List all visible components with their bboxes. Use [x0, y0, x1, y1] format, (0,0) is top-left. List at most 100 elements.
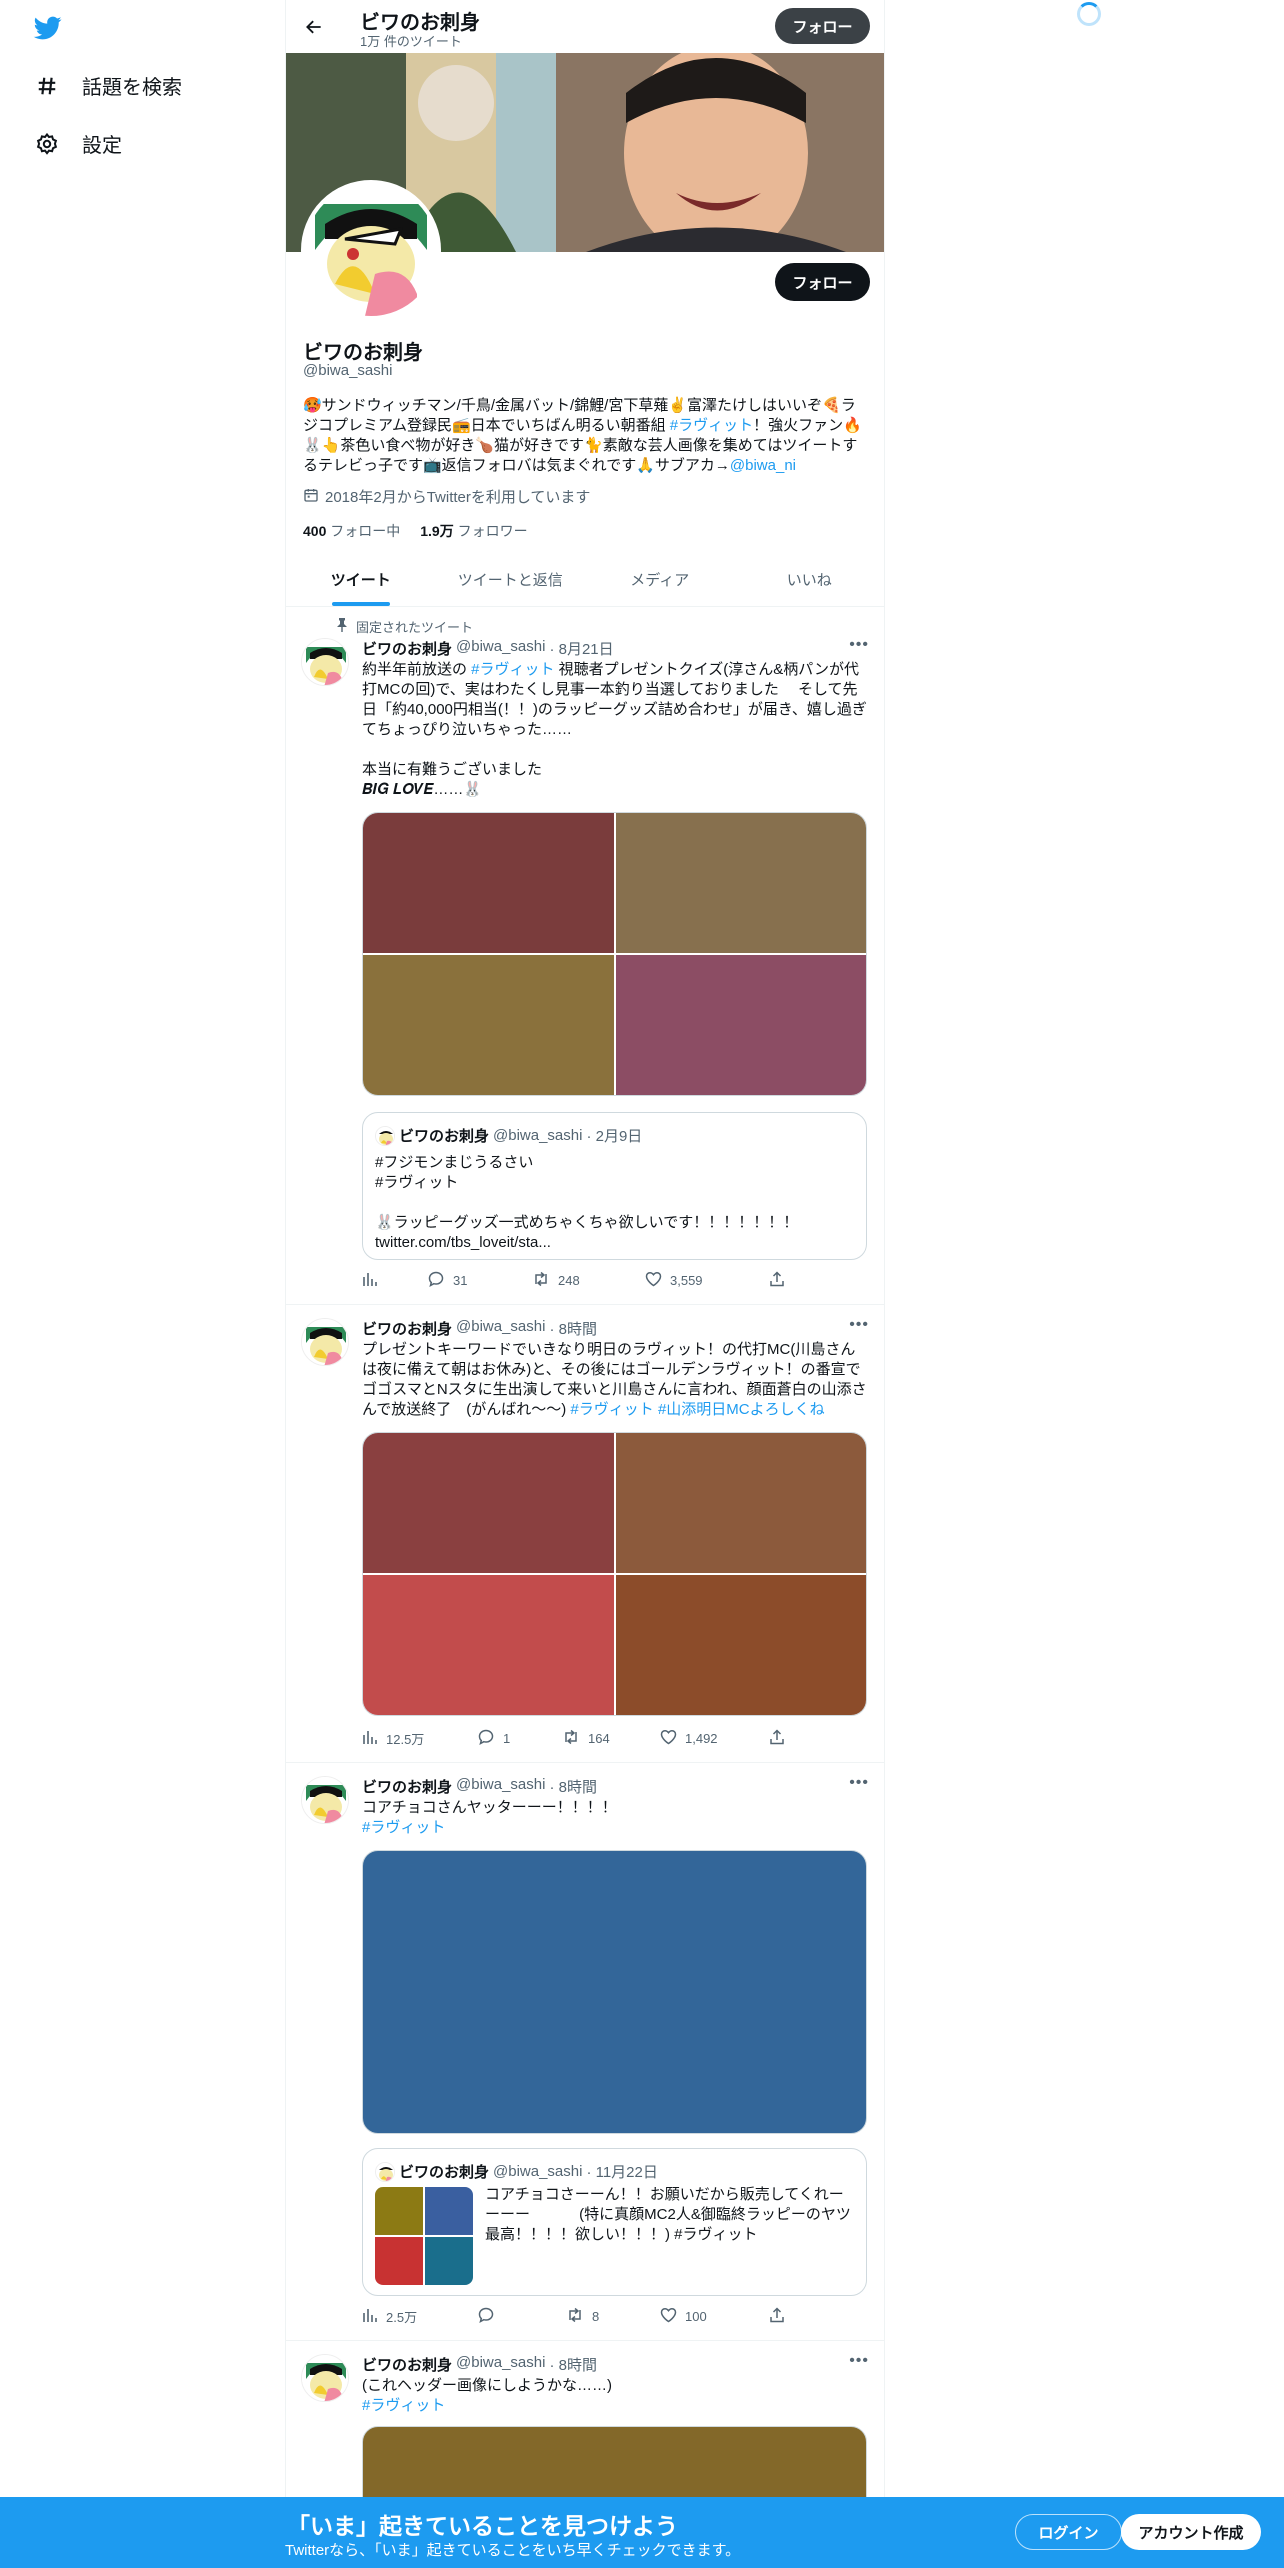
quote-author-name: ビワのお刺身	[399, 2164, 490, 2181]
profile-avatar[interactable]	[301, 180, 441, 320]
tab-tweets[interactable]: ツイート	[286, 553, 436, 606]
bio-hashtag-link[interactable]: #ラヴィット	[670, 417, 753, 434]
reply-button[interactable]: 1	[478, 1729, 510, 1748]
tweet-avatar[interactable]	[301, 2354, 349, 2402]
tweet-author-name[interactable]: ビワのお刺身	[362, 1776, 452, 1797]
tweet-time[interactable]: · 8時間	[549, 1318, 597, 1339]
tweet-text-c: 𝑩𝑰𝑮 𝑳𝑶𝑽𝑬……🐰	[362, 781, 483, 798]
signup-button[interactable]: アカウント作成	[1121, 2514, 1261, 2550]
share-button[interactable]	[769, 1729, 785, 1748]
like-count: 1,492	[685, 1731, 718, 1746]
profile-name: ビワのお刺身	[303, 342, 423, 364]
tweet-author-handle[interactable]: @biwa_sashi	[456, 1318, 545, 1339]
reply-button[interactable]	[478, 2307, 503, 2326]
tweet-text-b: 視聴者プレゼントクイズ(淳さん&柄パンが代打MCの回)で、実はわたくし見事一本釣…	[362, 661, 867, 778]
tweet-time[interactable]: · 8月21日	[549, 638, 613, 659]
tweet-author-name[interactable]: ビワのお刺身	[362, 638, 452, 659]
tweet-hashtag[interactable]: #ラヴィット	[362, 1819, 445, 1836]
retweet-icon	[562, 1729, 580, 1748]
views-stat[interactable]: 12.5万	[362, 1729, 424, 1748]
more-options-icon[interactable]: •••	[849, 1316, 869, 1334]
share-button[interactable]	[769, 2307, 785, 2326]
media-image-1[interactable]	[363, 1433, 614, 1573]
twitter-bird-icon[interactable]	[32, 14, 64, 42]
profile-tabs: ツイート ツイートと返信 メディア いいね	[286, 553, 884, 607]
tweet-time[interactable]: · 8時間	[549, 2354, 597, 2375]
share-icon	[769, 1729, 785, 1748]
media-image-4[interactable]	[615, 1575, 866, 1715]
retweet-button[interactable]: 248	[532, 1271, 580, 1290]
tweet-media-image[interactable]	[362, 1850, 867, 2134]
quote-time: · 11月22日	[586, 2164, 658, 2181]
views-count: 2.5万	[386, 2310, 418, 2325]
heart-icon	[645, 1271, 662, 1290]
quote-author-handle: @biwa_sashi	[493, 2163, 583, 2180]
retweet-button[interactable]: 8	[566, 2307, 599, 2326]
tweet-3[interactable]: ビワのお刺身 @biwa_sashi · 8時間 ••• コアチョコさんヤッターーー…	[286, 1764, 884, 2341]
more-options-icon[interactable]: •••	[849, 636, 869, 654]
quoted-tweet[interactable]: ビワのお刺身 @biwa_sashi · 11月22日 コアチョコさーーん！！お願い…	[362, 2148, 867, 2296]
tweet-author-name[interactable]: ビワのお刺身	[362, 2354, 452, 2375]
quote-time: · 2月9日	[586, 1128, 643, 1145]
like-count: 3,559	[670, 1273, 703, 1288]
nav-settings[interactable]: 設定	[34, 129, 122, 158]
tweet-text-a: コアチョコさんヤッターーー！！！！	[362, 1799, 617, 1816]
share-button[interactable]	[769, 1271, 785, 1290]
nav-explore-label: 話題を検索	[82, 77, 182, 99]
more-options-icon[interactable]: •••	[849, 2352, 869, 2370]
quote-image-2	[425, 2187, 473, 2235]
loading-spinner	[1077, 2, 1101, 26]
like-button[interactable]: 1,492	[660, 1729, 718, 1748]
login-button[interactable]: ログイン	[1015, 2514, 1122, 2550]
nav-explore[interactable]: 話題を検索	[34, 71, 182, 100]
media-image-4[interactable]	[615, 955, 866, 1095]
quote-media-grid	[375, 2187, 473, 2285]
media-image-3[interactable]	[363, 1575, 614, 1715]
tweet-author-handle[interactable]: @biwa_sashi	[456, 1776, 545, 1797]
like-button[interactable]: 3,559	[645, 1271, 703, 1290]
tab-media[interactable]: メディア	[585, 553, 735, 606]
follow-button[interactable]: フォロー	[775, 263, 870, 301]
tweet-media-grid[interactable]	[362, 1432, 867, 1716]
tweet-avatar-graphic	[302, 639, 348, 685]
quote-author-handle: @biwa_sashi	[493, 1127, 583, 1144]
tweet-2[interactable]: ビワのお刺身 @biwa_sashi · 8時間 ••• プレゼントキーワードでいき…	[286, 1306, 884, 1763]
media-image-2[interactable]	[615, 1433, 866, 1573]
media-image-3[interactable]	[363, 955, 614, 1095]
tweet-media-grid[interactable]	[362, 812, 867, 1096]
tweet-hashtag[interactable]: #ラヴィット	[362, 2397, 445, 2414]
views-stat[interactable]	[362, 1271, 386, 1290]
following-link[interactable]: 400 フォロー中	[303, 521, 400, 541]
tweet-author-handle[interactable]: @biwa_sashi	[456, 638, 545, 659]
like-button[interactable]: 100	[660, 2307, 707, 2326]
tweet-pinned[interactable]: 固定されたツイート ビワのお刺身 @biwa_sashi · 8月21日 ••• 約…	[286, 608, 884, 1305]
tab-likes[interactable]: いいね	[735, 553, 885, 606]
media-image-2[interactable]	[615, 813, 866, 953]
tweet-avatar[interactable]	[301, 638, 349, 686]
tweet-header: ビワのお刺身 @biwa_sashi · 8時間	[362, 2354, 597, 2375]
bio-subaccount-link[interactable]: @biwa_ni	[730, 457, 796, 474]
tweet-author-name[interactable]: ビワのお刺身	[362, 1318, 452, 1339]
following-label: フォロー中	[330, 523, 401, 539]
tweet-avatar[interactable]	[301, 1776, 349, 1824]
followers-link[interactable]: 1.9万 フォロワー	[420, 521, 527, 541]
tweet-time[interactable]: · 8時間	[549, 1776, 597, 1797]
quoted-tweet[interactable]: ビワのお刺身 @biwa_sashi · 2月9日 #フジモンまじうるさい #ラヴィ…	[362, 1112, 867, 1260]
share-icon	[769, 2307, 785, 2326]
tweet-avatar[interactable]	[301, 1318, 349, 1366]
tweet-hashtag-2[interactable]: #山添明日MCよろしくね	[658, 1401, 825, 1418]
header-follow-button[interactable]: フォロー	[775, 8, 870, 44]
share-icon	[769, 1271, 785, 1290]
media-image-1[interactable]	[363, 813, 614, 953]
retweet-icon	[566, 2307, 584, 2326]
more-options-icon[interactable]: •••	[849, 1774, 869, 1792]
tweet-hashtag[interactable]: #ラヴィット	[570, 1401, 653, 1418]
reply-icon	[428, 1271, 445, 1290]
retweet-button[interactable]: 164	[562, 1729, 610, 1748]
tab-tweets-and-replies[interactable]: ツイートと返信	[436, 553, 586, 606]
reply-button[interactable]: 31	[428, 1271, 467, 1290]
tweet-author-handle[interactable]: @biwa_sashi	[456, 2354, 545, 2375]
views-stat[interactable]: 2.5万	[362, 2307, 417, 2326]
tweet-hashtag[interactable]: #ラヴィット	[471, 661, 554, 678]
back-arrow-icon[interactable]	[300, 13, 328, 41]
